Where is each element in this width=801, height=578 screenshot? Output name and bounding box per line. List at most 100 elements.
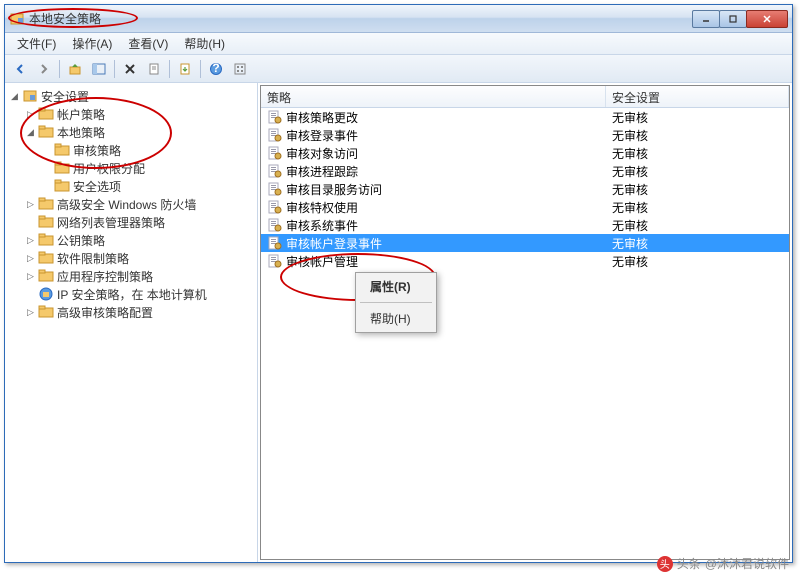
- tree-software-restriction[interactable]: ▷ 软件限制策略: [23, 249, 255, 267]
- export-button[interactable]: [174, 58, 196, 80]
- policy-cell: 审核策略更改: [261, 108, 606, 127]
- maximize-button[interactable]: [719, 10, 747, 28]
- expand-icon[interactable]: ▷: [25, 199, 36, 210]
- tree-spacer: [25, 217, 36, 228]
- properties-button[interactable]: [143, 58, 165, 80]
- tree-spacer: [41, 163, 52, 174]
- folder-icon: [38, 106, 54, 122]
- menu-file[interactable]: 文件(F): [9, 33, 64, 54]
- tree-spacer: [41, 181, 52, 192]
- list-row[interactable]: 审核特权使用无审核: [261, 198, 789, 216]
- tree-firewall[interactable]: ▷ 高级安全 Windows 防火墙: [23, 195, 255, 213]
- tree-security-options[interactable]: 安全选项: [39, 177, 255, 195]
- tree-user-rights[interactable]: 用户权限分配: [39, 159, 255, 177]
- tree-local-policies[interactable]: ◢ 本地策略: [23, 123, 255, 141]
- tree-advanced-audit[interactable]: ▷ 高级审核策略配置: [23, 303, 255, 321]
- toolbar-separator: [200, 60, 201, 78]
- tree-public-key[interactable]: ▷ 公钥策略: [23, 231, 255, 249]
- tree-app-control[interactable]: ▷ 应用程序控制策略: [23, 267, 255, 285]
- minimize-button[interactable]: [692, 10, 720, 28]
- tree-network-list[interactable]: 网络列表管理器策略: [23, 213, 255, 231]
- setting-cell: 无审核: [606, 126, 789, 145]
- policy-cell: 审核对象访问: [261, 144, 606, 163]
- policy-name: 审核策略更改: [286, 109, 358, 126]
- ipsec-icon: [38, 286, 54, 302]
- expand-icon[interactable]: ▷: [25, 253, 36, 264]
- policy-cell: 审核进程跟踪: [261, 162, 606, 181]
- tree-spacer: [25, 289, 36, 300]
- list-row[interactable]: 审核帐户登录事件 无审核: [261, 234, 789, 252]
- window-controls: [693, 10, 788, 28]
- folder-icon: [54, 160, 70, 176]
- policy-name: 审核登录事件: [286, 127, 358, 144]
- toolbar-separator: [114, 60, 115, 78]
- policy-icon: [267, 163, 283, 179]
- setting-cell: 无审核: [606, 144, 789, 163]
- tree-account-policies[interactable]: ▷ 帐户策略: [23, 105, 255, 123]
- tree-label: 高级审核策略配置: [57, 304, 153, 321]
- list-row[interactable]: 审核目录服务访问无审核: [261, 180, 789, 198]
- policy-icon: [267, 235, 283, 251]
- tree-label: IP 安全策略，在 本地计算机: [57, 286, 207, 303]
- list-row[interactable]: 审核登录事件 无审核: [261, 126, 789, 144]
- collapse-icon[interactable]: ◢: [25, 127, 36, 138]
- list-body[interactable]: 审核策略更改无审核审核登录事件无审核审核对象访问无审核审核进程跟踪无审核审核目录…: [261, 108, 789, 559]
- show-hide-tree-button[interactable]: [88, 58, 110, 80]
- list-row[interactable]: 审核系统事件无审核: [261, 216, 789, 234]
- tree-root[interactable]: ◢ 安全设置: [7, 87, 255, 105]
- tree-ip-security[interactable]: IP 安全策略，在 本地计算机: [23, 285, 255, 303]
- column-header-policy[interactable]: 策略: [261, 86, 606, 107]
- column-header-setting[interactable]: 安全设置: [606, 86, 789, 107]
- up-button[interactable]: [64, 58, 86, 80]
- policy-icon: [267, 109, 283, 125]
- policy-name: 审核帐户登录事件: [286, 235, 382, 252]
- setting-cell: 无审核: [606, 252, 789, 271]
- help-button[interactable]: ?: [205, 58, 227, 80]
- policy-name: 审核特权使用: [286, 199, 358, 216]
- tree-label: 本地策略: [57, 124, 105, 141]
- delete-button[interactable]: [119, 58, 141, 80]
- policy-cell: 审核登录事件: [261, 126, 606, 145]
- tree-label: 安全选项: [73, 178, 121, 195]
- tree-panel[interactable]: ◢ 安全设置 ▷ 帐户策略 ◢ 本地策略: [5, 83, 258, 562]
- back-button[interactable]: [9, 58, 31, 80]
- titlebar[interactable]: 本地安全策略: [5, 5, 792, 33]
- policy-icon: [267, 145, 283, 161]
- menubar: 文件(F) 操作(A) 查看(V) 帮助(H): [5, 33, 792, 55]
- tree-spacer: [41, 145, 52, 156]
- folder-icon: [38, 250, 54, 266]
- menu-action[interactable]: 操作(A): [64, 33, 120, 54]
- toolbar: ?: [5, 55, 792, 83]
- expand-icon[interactable]: ▷: [25, 307, 36, 318]
- folder-icon: [38, 124, 54, 140]
- list-row[interactable]: 审核帐户管理无审核: [261, 252, 789, 270]
- refresh-button[interactable]: [229, 58, 251, 80]
- expand-icon[interactable]: ▷: [25, 109, 36, 120]
- context-help[interactable]: 帮助(H): [356, 305, 436, 332]
- expand-icon[interactable]: ▷: [25, 235, 36, 246]
- folder-icon: [38, 268, 54, 284]
- forward-button[interactable]: [33, 58, 55, 80]
- setting-cell: 无审核: [606, 108, 789, 127]
- list-row[interactable]: 审核对象访问 无审核: [261, 144, 789, 162]
- tree-label: 安全设置: [41, 88, 89, 105]
- folder-icon: [38, 196, 54, 212]
- toolbar-separator: [169, 60, 170, 78]
- list-header: 策略 安全设置: [261, 86, 789, 108]
- folder-icon: [54, 178, 70, 194]
- policy-icon: [267, 199, 283, 215]
- context-properties[interactable]: 属性(R): [356, 273, 436, 300]
- list-panel: 策略 安全设置 审核策略更改无审核审核登录事件无审核审核对象访问无审核审核进程跟…: [260, 85, 790, 560]
- policy-name: 审核进程跟踪: [286, 163, 358, 180]
- list-row[interactable]: 审核策略更改 无审核: [261, 108, 789, 126]
- tree-audit-policy[interactable]: 审核策略: [39, 141, 255, 159]
- menu-help[interactable]: 帮助(H): [176, 33, 233, 54]
- collapse-icon[interactable]: ◢: [9, 91, 20, 102]
- close-button[interactable]: [746, 10, 788, 28]
- policy-name: 审核对象访问: [286, 145, 358, 162]
- list-row[interactable]: 审核进程跟踪无审核: [261, 162, 789, 180]
- expand-icon[interactable]: ▷: [25, 271, 36, 282]
- menu-view[interactable]: 查看(V): [120, 33, 176, 54]
- setting-cell: 无审核: [606, 234, 789, 253]
- window-title: 本地安全策略: [29, 10, 693, 27]
